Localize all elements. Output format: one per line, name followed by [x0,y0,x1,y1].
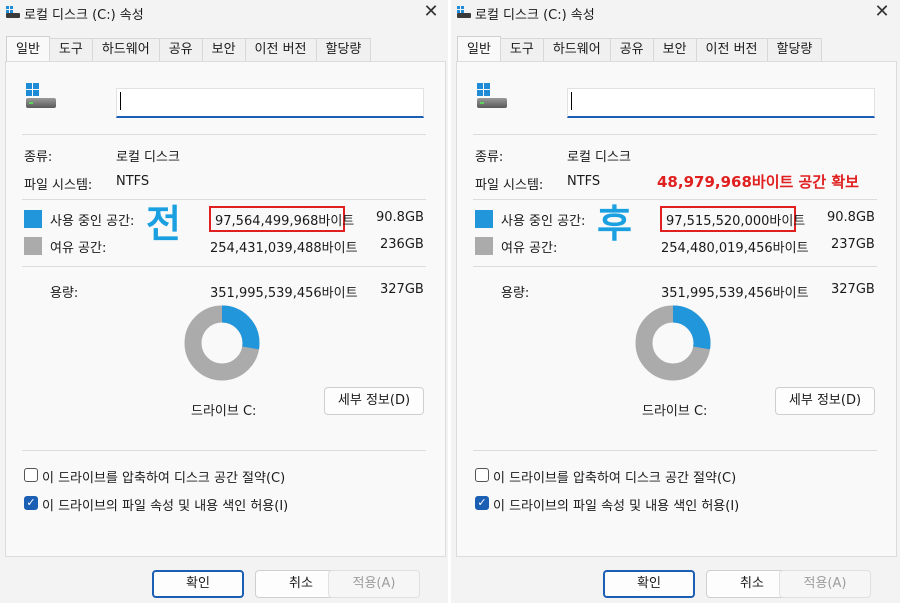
details-button[interactable]: 세부 정보(D) [775,387,875,415]
apply-button[interactable]: 적용(A) [328,570,420,598]
tab-3[interactable]: 공유 [158,38,203,62]
type-value: 로컬 디스크 [567,150,631,165]
text-caret [571,92,572,110]
used-space-size: 90.8GB [376,210,424,225]
tab-5[interactable]: 이전 버전 [695,38,768,62]
before-after-label: 후 [597,202,632,246]
tab-4[interactable]: 보안 [201,38,246,62]
window-title: 로컬 디스크 (C:) 속성 [24,8,144,23]
capacity-size: 327GB [380,282,424,297]
tab-strip: 일반 도구 하드웨어 공유 보안 이전 버전 할당량 [6,36,372,62]
close-icon: ✕ [874,1,890,22]
tab-4[interactable]: 보안 [652,38,697,62]
close-button[interactable]: ✕ [871,2,893,24]
free-space-swatch [24,237,42,255]
capacity-label: 용량: [50,286,79,301]
used-space-swatch [24,210,42,228]
close-button[interactable]: ✕ [420,2,442,24]
filesystem-label: 파일 시스템: [24,178,93,193]
type-label: 종류: [24,150,53,165]
free-space-size: 236GB [380,237,424,252]
ok-button[interactable]: 확인 [603,570,695,598]
divider [22,266,426,267]
tab-0[interactable]: 일반 [457,36,501,62]
index-checkbox[interactable]: ✓ [475,496,489,510]
index-label[interactable]: 이 드라이브의 파일 속성 및 내용 색인 허용(I) [493,495,739,514]
titlebar: 로컬 디스크 (C:) 속성 ✕ [0,0,448,26]
free-space-label: 여유 공간: [50,241,107,256]
drive-icon [6,6,20,18]
titlebar: 로컬 디스크 (C:) 속성 ✕ [451,0,899,26]
drive-label: 드라이브 C: [191,404,257,419]
free-space-label: 여유 공간: [501,241,558,256]
capacity-bytes: 351,995,539,456바이트 [210,286,358,301]
divider [22,450,426,451]
apply-button[interactable]: 적용(A) [779,570,871,598]
type-label: 종류: [475,150,504,165]
tab-1[interactable]: 도구 [48,38,93,62]
divider [473,266,877,267]
usage-donut-chart [184,305,260,381]
free-space-bytes: 254,431,039,488바이트 [210,241,358,256]
index-checkbox[interactable]: ✓ [24,496,38,510]
free-space-size: 237GB [831,237,875,252]
index-label[interactable]: 이 드라이브의 파일 속성 및 내용 색인 허용(I) [42,495,288,514]
tab-6[interactable]: 할당량 [315,38,372,62]
divider [22,134,426,135]
drive-name-input[interactable] [567,88,875,118]
tab-2[interactable]: 하드웨어 [542,38,611,62]
general-panel: 종류: 로컬 디스크 파일 시스템: NTFS 사용 중인 공간: 전 97,5… [5,61,446,557]
text-caret [120,92,121,110]
compress-label[interactable]: 이 드라이브를 압축하여 디스크 공간 절약(C) [493,467,736,486]
tab-6[interactable]: 할당량 [766,38,823,62]
ok-button[interactable]: 확인 [152,570,244,598]
details-button[interactable]: 세부 정보(D) [324,387,424,415]
filesystem-value: NTFS [116,174,150,189]
close-icon: ✕ [423,1,439,22]
divider [473,134,877,135]
divider [473,199,877,200]
filesystem-value: NTFS [567,174,601,189]
divider [22,199,426,200]
used-space-bytes: 97,515,520,000바이트 [666,214,806,229]
tab-0[interactable]: 일반 [6,36,50,62]
filesystem-label: 파일 시스템: [475,178,544,193]
drive-icon [477,83,513,111]
type-value: 로컬 디스크 [116,150,180,165]
used-space-label: 사용 중인 공간: [501,214,586,229]
drive-icon [26,83,62,111]
used-space-label: 사용 중인 공간: [50,214,135,229]
capacity-label: 용량: [501,286,530,301]
general-panel: 종류: 로컬 디스크 파일 시스템: NTFS 48,979,968바이트 공간… [456,61,897,557]
tab-5[interactable]: 이전 버전 [244,38,317,62]
properties-dialog-after: 로컬 디스크 (C:) 속성 ✕ 일반 도구 하드웨어 공유 보안 이전 버전 할당량 종류… [451,0,899,603]
capacity-bytes: 351,995,539,456바이트 [661,286,809,301]
tab-strip: 일반 도구 하드웨어 공유 보안 이전 버전 할당량 [457,36,823,62]
compress-label[interactable]: 이 드라이브를 압축하여 디스크 공간 절약(C) [42,467,285,486]
tab-1[interactable]: 도구 [499,38,544,62]
before-after-label: 전 [146,202,181,246]
space-saved-note: 48,979,968바이트 공간 확보 [657,173,859,191]
free-space-swatch [475,237,493,255]
free-space-bytes: 254,480,019,456바이트 [661,241,809,256]
tab-2[interactable]: 하드웨어 [91,38,160,62]
drive-icon [457,6,471,18]
properties-dialog-before: 로컬 디스크 (C:) 속성 ✕ 일반 도구 하드웨어 공유 보안 이전 버전 할당량 종류… [0,0,448,603]
window-title: 로컬 디스크 (C:) 속성 [475,8,595,23]
used-space-bytes: 97,564,499,968바이트 [215,214,355,229]
compress-checkbox[interactable] [475,468,489,482]
usage-donut-chart [635,305,711,381]
drive-label: 드라이브 C: [642,404,708,419]
used-space-swatch [475,210,493,228]
divider [473,450,877,451]
used-space-size: 90.8GB [827,210,875,225]
drive-name-input[interactable] [116,88,424,118]
tab-3[interactable]: 공유 [609,38,654,62]
compress-checkbox[interactable] [24,468,38,482]
capacity-size: 327GB [831,282,875,297]
